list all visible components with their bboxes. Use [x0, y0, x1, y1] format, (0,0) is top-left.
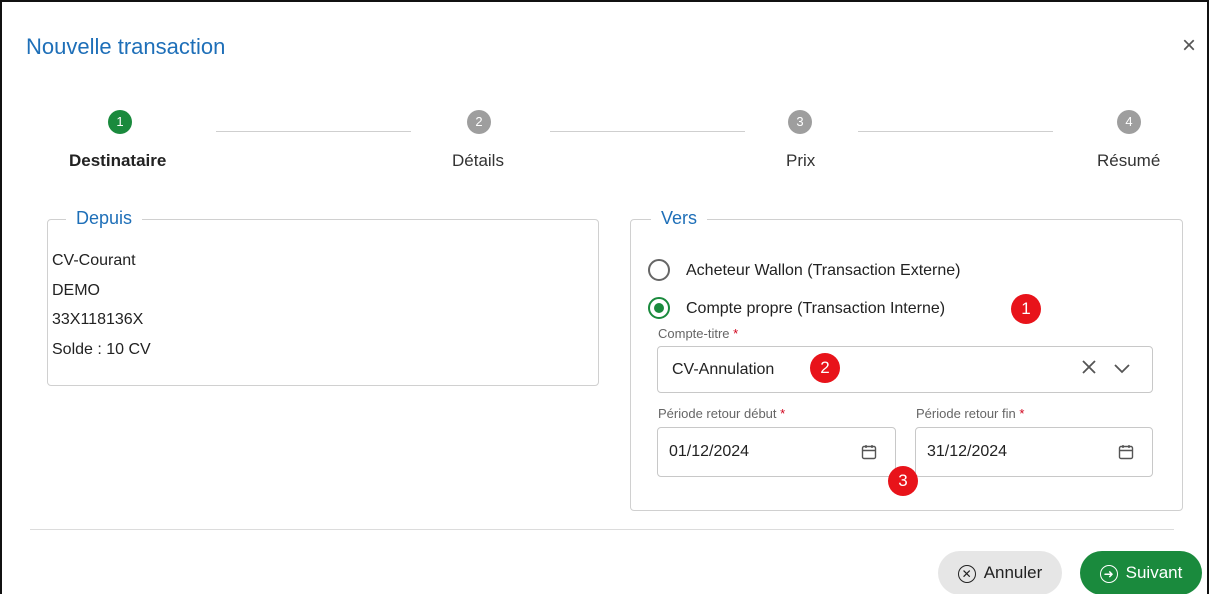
- start-date-value: 01/12/2024: [669, 443, 750, 460]
- annotation-badge-3: 3: [888, 466, 918, 496]
- to-legend: Vers: [651, 208, 708, 229]
- end-date-value: 31/12/2024: [927, 443, 1008, 460]
- step-4-indicator[interactable]: 4: [1117, 110, 1141, 134]
- radio-external-label[interactable]: Acheteur Wallon (Transaction Externe): [686, 262, 960, 280]
- annotation-badge-2: 2: [810, 353, 840, 383]
- arrow-right-circle-icon: ➜: [1099, 564, 1118, 583]
- calendar-icon[interactable]: [860, 443, 878, 461]
- cancel-circle-icon: ✕: [957, 564, 976, 583]
- close-icon[interactable]: ×: [1178, 34, 1200, 58]
- cancel-button[interactable]: ✕ Annuler: [938, 551, 1062, 594]
- step-3-label: Prix: [786, 151, 816, 170]
- footer-divider: [30, 529, 1174, 530]
- annotation-badge-1: 1: [1011, 294, 1041, 324]
- from-account-type: CV-Courant: [52, 252, 136, 269]
- chevron-down-icon[interactable]: [1112, 358, 1132, 378]
- radio-internal[interactable]: [648, 297, 670, 319]
- clear-icon[interactable]: [1079, 357, 1099, 377]
- from-fieldset: Depuis: [47, 208, 599, 386]
- end-date-label: Période retour fin *: [916, 406, 1025, 421]
- from-legend: Depuis: [66, 208, 143, 229]
- account-field-label: Compte-titre *: [658, 326, 739, 341]
- stepper-connector: [858, 131, 1053, 132]
- step-1-label: Destinataire: [69, 151, 167, 170]
- radio-internal-label[interactable]: Compte propre (Transaction Interne): [686, 300, 945, 318]
- from-balance: Solde : 10 CV: [52, 341, 151, 358]
- cancel-button-label: Annuler: [983, 563, 1043, 582]
- step-4-label: Résumé: [1097, 151, 1161, 170]
- stepper-connector: [550, 131, 745, 132]
- step-2-indicator[interactable]: 2: [467, 110, 491, 134]
- dialog-title: Nouvelle transaction: [26, 34, 226, 59]
- from-holder: DEMO: [52, 282, 100, 299]
- radio-external[interactable]: [648, 259, 670, 281]
- account-select-value: CV-Annulation: [672, 361, 775, 378]
- stepper-connector: [216, 131, 411, 132]
- step-3-indicator[interactable]: 3: [788, 110, 812, 134]
- start-date-label: Période retour début *: [658, 406, 786, 421]
- next-button-label: Suivant: [1125, 563, 1183, 582]
- step-1-indicator[interactable]: 1: [108, 110, 132, 134]
- next-button[interactable]: ➜ Suivant: [1080, 551, 1202, 594]
- calendar-icon[interactable]: [1117, 443, 1135, 461]
- step-2-label: Détails: [452, 151, 504, 170]
- from-account-id: 33X118136X: [52, 311, 144, 328]
